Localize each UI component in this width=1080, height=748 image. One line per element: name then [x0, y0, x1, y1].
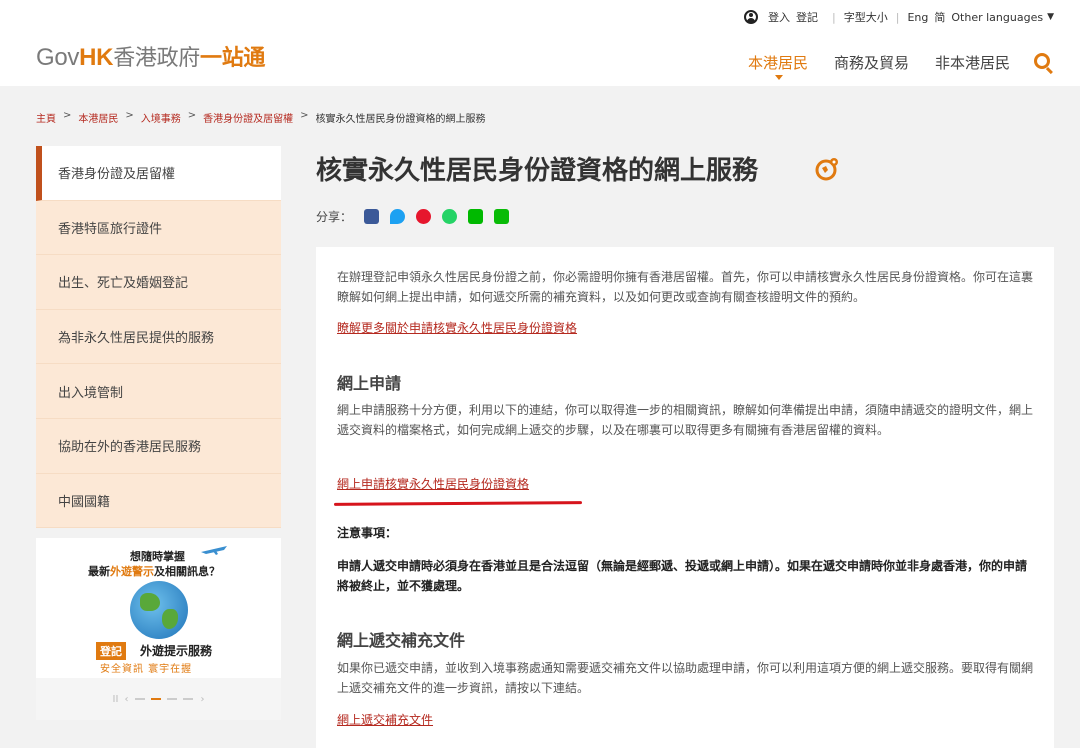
wechat-icon[interactable]: [494, 209, 510, 224]
breadcrumb-separator: >: [125, 110, 134, 121]
promo-tagline: 安全資訊 寰宇在握: [100, 664, 193, 675]
outbound-travel-alert-banner[interactable]: 想隨時掌握 最新外遊警示及相關訊息？ 登記 外遊提示服務 安全資訊 寰宇在握 I…: [36, 538, 281, 720]
sidebar-item-immigration-control[interactable]: 出入境管制: [36, 364, 281, 419]
divider: |: [832, 10, 836, 24]
search-icon[interactable]: [1034, 53, 1050, 69]
learn-more-link[interactable]: 瞭解更多關於申請核實永久性居民身份證資格: [337, 319, 577, 336]
breadcrumb-home[interactable]: 主頁: [36, 110, 56, 125]
caret-down-icon[interactable]: ▼: [1047, 12, 1054, 22]
logo-hk: HK: [79, 44, 114, 71]
share-bar: 分享：: [316, 208, 510, 225]
breadcrumb: 主頁 > 本港居民 > 入境事務 > 香港身份證及居留權 > 核實永久性居民身份…: [36, 110, 486, 125]
divider: |: [895, 10, 900, 24]
breadcrumb-separator: >: [300, 110, 309, 121]
promo-line2: 最新外遊警示及相關訊息？: [88, 563, 220, 579]
carousel-controls: II ‹ ›: [36, 678, 281, 720]
promo-service-name: 外遊提示服務: [140, 644, 213, 658]
logo-cn2: 一站通: [200, 46, 266, 71]
logo-cn: 香港政府: [113, 46, 201, 71]
sidebar-item-birth-death-marriage[interactable]: 出生、死亡及婚姻登記: [36, 255, 281, 310]
online-application-heading: 網上申請: [337, 374, 402, 393]
sidebar-nav: 香港身份證及居留權 香港特區旅行證件 出生、死亡及婚姻登記 為非永久性居民提供的…: [36, 146, 281, 529]
other-languages-dropdown[interactable]: Other languages: [951, 11, 1043, 24]
chevron-right-icon[interactable]: ›: [200, 694, 204, 705]
breadcrumb-immigration[interactable]: 入境事務: [141, 110, 181, 125]
pause-icon[interactable]: II: [113, 694, 119, 705]
online-application-paragraph: 網上申請服務十分方便，利用以下的連結，你可以取得進一步的相關資訊，瞭解如何準備提…: [337, 403, 1034, 437]
main-nav: 本港居民 商務及貿易 非本港居民: [748, 52, 1036, 80]
whatsapp-icon[interactable]: [442, 209, 458, 224]
promo-line2-b: 及相關訊息？: [154, 565, 220, 578]
carousel-dot-active[interactable]: [151, 698, 162, 700]
breadcrumb-id-card[interactable]: 香港身份證及居留權: [203, 110, 293, 125]
breadcrumb-residents[interactable]: 本港居民: [78, 110, 118, 125]
promo-line1: 想隨時掌握: [130, 550, 185, 563]
sidebar-item-non-permanent[interactable]: 為非永久性居民提供的服務: [36, 309, 281, 365]
carousel-dot[interactable]: [183, 698, 194, 700]
carousel-dot[interactable]: [167, 698, 178, 700]
intro-paragraph: 在辦理登記申領永久性居民身份證之前，你必需證明你擁有香港居留權。首先，你可以申請…: [337, 270, 1034, 304]
chevron-left-icon[interactable]: ‹: [124, 694, 128, 705]
sidebar-item-id-card[interactable]: 香港身份證及居留權: [36, 146, 281, 201]
online-application-link[interactable]: 網上申請核實永久性居民身份證資格: [337, 475, 529, 492]
utility-bar: 登入 登記 | 字型大小 | Eng 简 Other languages ▼: [744, 8, 1054, 26]
notice-heading: 注意事項：: [337, 526, 398, 540]
eservice-icon: [815, 158, 838, 181]
facebook-icon[interactable]: [364, 209, 380, 224]
share-label: 分享：: [316, 210, 353, 224]
line-icon[interactable]: [468, 209, 484, 224]
lang-en-link[interactable]: Eng: [907, 11, 928, 24]
login-link[interactable]: 登入: [768, 9, 790, 25]
promo-highlight: 外遊警示: [110, 565, 154, 578]
logo-gov: Gov: [36, 44, 80, 71]
user-icon[interactable]: [744, 10, 759, 24]
promo-line2-a: 最新: [88, 565, 110, 578]
govhk-logo[interactable]: GovHK香港政府一站通: [36, 40, 265, 72]
carousel-dot[interactable]: [135, 698, 146, 700]
site-header: 登入 登記 | 字型大小 | Eng 简 Other languages ▼ G…: [0, 0, 1080, 86]
supplementary-docs-paragraph: 如果你已遞交申請，並收到入境事務處通知需要遞交補充文件以協助處理申請，你可以利用…: [337, 661, 1034, 695]
supplementary-docs-heading: 網上遞交補充文件: [337, 631, 466, 650]
sidebar-item-chinese-nationality[interactable]: 中國國籍: [36, 473, 281, 529]
notice-paragraph: 申請人遞交申請時必須身在香港並且是合法逗留（無論是經郵遞、投遞或網上申請）。如果…: [337, 559, 1028, 593]
lang-sc-link[interactable]: 简: [934, 9, 945, 25]
supplementary-docs-link[interactable]: 網上遞交補充文件: [337, 711, 433, 728]
breadcrumb-current: 核實永久性居民身份證資格的網上服務: [315, 114, 486, 125]
sidebar-item-travel-documents[interactable]: 香港特區旅行證件: [36, 200, 281, 256]
nav-business[interactable]: 商務及貿易: [834, 52, 909, 73]
airplane-icon: [201, 546, 227, 555]
nav-non-residents[interactable]: 非本港居民: [935, 52, 1010, 73]
weibo-icon[interactable]: [416, 209, 432, 224]
page-title: 核實永久性居民身份證資格的網上服務: [316, 156, 759, 186]
twitter-icon[interactable]: [390, 209, 406, 224]
font-size-link[interactable]: 字型大小: [844, 9, 888, 25]
register-link[interactable]: 登記: [796, 9, 818, 25]
sidebar-item-assistance-abroad[interactable]: 協助在外的香港居民服務: [36, 418, 281, 474]
breadcrumb-separator: >: [63, 110, 72, 121]
globe-icon: [130, 581, 188, 639]
nav-residents[interactable]: 本港居民: [748, 52, 808, 80]
breadcrumb-separator: >: [187, 110, 197, 121]
register-badge: 登記: [96, 642, 126, 660]
content-panel: 在辦理登記申領永久性居民身份證之前，你必需證明你擁有香港居留權。首先，你可以申請…: [316, 247, 1054, 748]
